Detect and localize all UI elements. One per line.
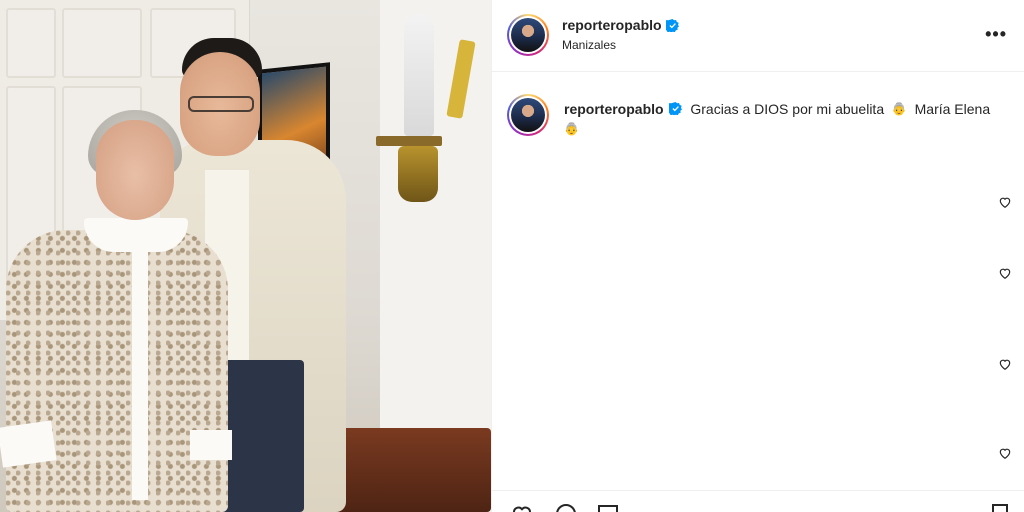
caption-name: María Elena <box>914 101 991 117</box>
post-caption: reporteropablo Gracias a DIOS por mi abu… <box>564 99 1004 139</box>
side-table <box>330 428 491 512</box>
caption-username[interactable]: reporteropablo <box>564 101 664 117</box>
verified-badge-icon <box>665 18 679 32</box>
blouse-collar <box>84 218 188 252</box>
verified-badge-icon <box>669 102 683 115</box>
man-glasses <box>188 96 254 112</box>
woman-face <box>96 120 174 220</box>
like-icon[interactable] <box>510 502 534 512</box>
more-options-icon[interactable]: ••• <box>985 24 1007 45</box>
heart-icon[interactable] <box>998 195 1012 209</box>
grandmother-emoji: 👵 <box>891 102 907 116</box>
blouse-cuff-right <box>190 430 232 460</box>
heart-icon[interactable] <box>998 446 1012 460</box>
author-username-row: reporteropablo <box>562 17 679 33</box>
woman-blouse <box>6 230 228 512</box>
wall-shelf <box>376 136 442 146</box>
post-location[interactable]: Manizales <box>562 38 616 52</box>
heart-icon[interactable] <box>998 266 1012 280</box>
grandmother-emoji: 👵 <box>564 122 579 136</box>
virgin-statue <box>404 14 434 136</box>
post-header: reporteropablo Manizales ••• <box>492 0 1024 72</box>
share-icon[interactable] <box>596 502 620 512</box>
caption-text: Gracias a DIOS por mi abuelita <box>690 101 885 117</box>
save-icon[interactable] <box>988 502 1012 512</box>
post-photo[interactable] <box>0 0 491 512</box>
shelf-bracket <box>398 146 438 202</box>
comment-icon[interactable] <box>554 502 578 512</box>
author-username[interactable]: reporteropablo <box>562 17 662 33</box>
blouse-cuff-left <box>0 420 57 468</box>
heart-icon[interactable] <box>998 357 1012 371</box>
caption-avatar[interactable] <box>507 94 549 136</box>
blouse-placket <box>132 250 148 500</box>
post-side-panel: reporteropablo Manizales ••• reporteropa… <box>491 0 1024 512</box>
author-avatar[interactable] <box>507 14 549 56</box>
